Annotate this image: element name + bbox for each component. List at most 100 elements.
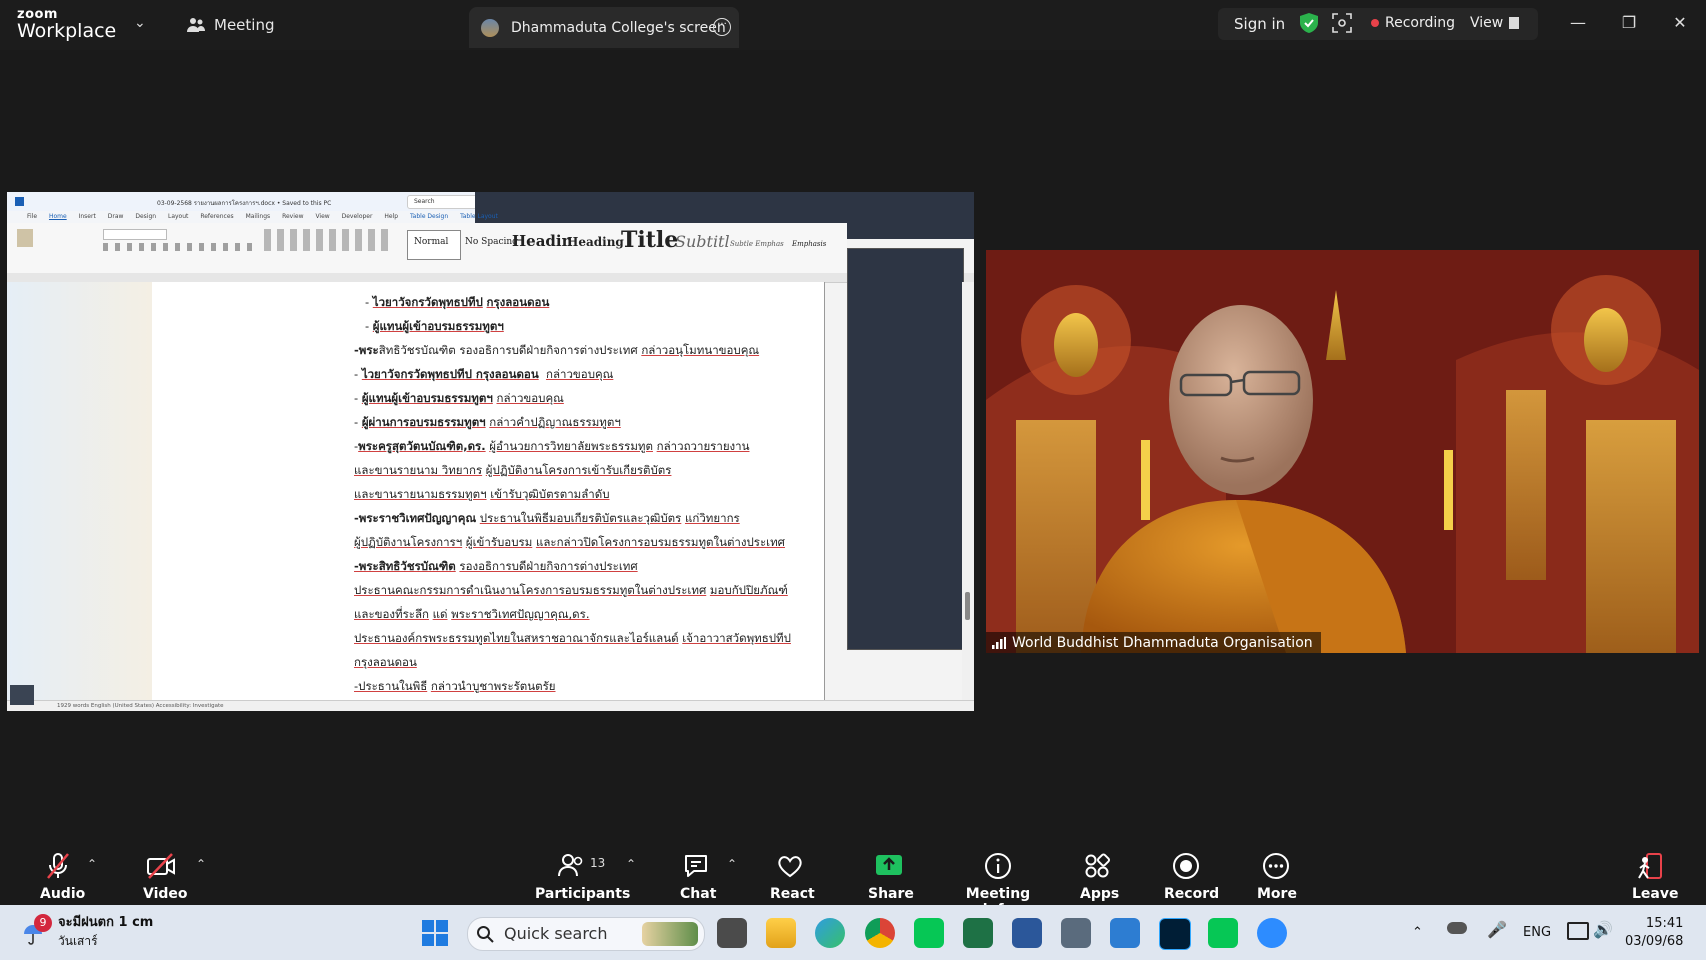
shared-screen-tab[interactable]: Dhammaduta College's screen ··· <box>469 7 739 48</box>
font-format-icons[interactable] <box>103 243 253 251</box>
chat-label: Chat <box>680 886 717 902</box>
style-subtle-emphasis[interactable]: Subtle Emphas <box>730 240 784 248</box>
document-line: - ไวยาวัจกรวัดพุทธปทีป กรุงลอนดอน <box>354 290 824 314</box>
onedrive-icon[interactable] <box>1447 922 1467 934</box>
view-button[interactable]: View <box>1470 15 1520 31</box>
task-view-icon[interactable] <box>717 918 747 948</box>
document-line-segment: ผู้ปฏิบัติงานโครงการเข้ารับเกียรติบัตร <box>485 463 672 477</box>
style-title[interactable]: Title <box>621 227 678 253</box>
word-tab[interactable]: Developer <box>342 213 373 220</box>
document-line-segment: แก่วิทยากร <box>684 511 740 525</box>
word-tab[interactable]: Review <box>282 213 303 220</box>
shield-check-icon[interactable] <box>1300 13 1318 37</box>
document-line-segment: พระราชวิเทศปัญญาคุณ,ดร. <box>451 607 590 621</box>
word-tab[interactable]: Insert <box>79 213 96 220</box>
document-line-segment: เจ้าอาวาสวัดพุทธปทีป <box>682 631 791 645</box>
style-heading1[interactable]: Headin <box>512 232 573 250</box>
participants-icon <box>558 854 583 877</box>
scroll-thumb[interactable] <box>965 592 970 620</box>
word-tab[interactable]: Mailings <box>246 213 271 220</box>
notepad-icon[interactable] <box>1110 918 1140 948</box>
leave-button[interactable]: Leave <box>1632 852 1678 902</box>
audio-button[interactable]: Audio <box>40 852 85 902</box>
word-tab[interactable]: Help <box>384 213 398 220</box>
network-icon[interactable] <box>1567 922 1589 940</box>
chevron-down-icon[interactable]: ⌄ <box>134 15 146 31</box>
recording-indicator[interactable]: Recording <box>1371 15 1455 31</box>
zoom-app-icon[interactable] <box>1257 918 1287 948</box>
taskbar-search-input[interactable]: Quick search <box>467 917 705 951</box>
more-options-icon[interactable]: ··· <box>713 18 731 36</box>
style-subtitle[interactable]: Subtitl <box>675 232 730 251</box>
font-name-box[interactable] <box>103 229 167 240</box>
document-line-segment: -พระ <box>354 343 379 357</box>
line-app-icon-2[interactable] <box>1208 918 1238 948</box>
document-line: ผู้ปฏิบัติงานโครงการฯ ผู้เข้ารับอบรม และ… <box>354 530 824 554</box>
more-button[interactable]: More <box>1257 852 1297 902</box>
style-no-spacing[interactable]: No Spacing <box>465 237 518 247</box>
word-tab[interactable]: Table Design <box>410 213 448 220</box>
react-button[interactable]: React <box>770 852 815 902</box>
word-tab[interactable]: Layout <box>168 213 188 220</box>
minimize-icon[interactable]: — <box>1563 10 1593 36</box>
word-tab[interactable]: File <box>27 213 37 220</box>
audio-options-caret-icon[interactable]: ⌃ <box>87 857 97 871</box>
record-label: Record <box>1164 886 1220 902</box>
meeting-tab[interactable]: Meeting <box>187 16 274 34</box>
participants-caret-icon[interactable]: ⌃ <box>626 857 636 871</box>
taskbar-clock[interactable]: 15:41 03/09/68 <box>1625 915 1683 951</box>
tray-overflow-chevron-icon[interactable]: ⌃ <box>1412 925 1423 940</box>
paste-icon[interactable] <box>17 229 33 247</box>
word-tab[interactable]: View <box>315 213 329 220</box>
video-options-caret-icon[interactable]: ⌃ <box>196 857 206 871</box>
word-tab[interactable]: Design <box>135 213 156 220</box>
windows-start-icon[interactable] <box>422 920 448 950</box>
line-app-icon[interactable] <box>914 918 944 948</box>
chat-button[interactable]: Chat <box>680 852 717 902</box>
excel-icon[interactable] <box>963 918 993 948</box>
share-button[interactable]: Share <box>868 852 914 902</box>
word-tab[interactable]: Table Layout <box>460 213 498 220</box>
style-normal[interactable]: Normal <box>414 237 448 247</box>
document-line: -พระราชวิเทศปัญญาคุณ ประธานในพิธีมอบเกีย… <box>354 506 824 530</box>
video-button[interactable]: Video <box>143 852 188 902</box>
document-line: -พระครูสุตวัตนบัณฑิต,ดร. ผู้อำนวยการวิทย… <box>354 434 824 458</box>
close-icon[interactable]: ✕ <box>1665 10 1695 36</box>
file-explorer-icon[interactable] <box>766 918 796 948</box>
participant-video[interactable] <box>986 250 1699 653</box>
share-screen-icon <box>876 855 902 875</box>
page-thumbnail[interactable] <box>10 685 34 705</box>
apps-button[interactable]: Apps <box>1080 852 1119 902</box>
paragraph-format-icons[interactable] <box>264 229 394 251</box>
input-language[interactable]: ENG <box>1523 925 1551 940</box>
meeting-tab-label: Meeting <box>214 16 275 34</box>
sign-in-button[interactable]: Sign in <box>1234 15 1285 33</box>
word-search-box[interactable]: Search <box>407 195 479 209</box>
restore-icon[interactable]: ❐ <box>1614 10 1644 36</box>
weather-badge: 9 <box>34 914 52 932</box>
document-line-segment: ผู้อำนวยการวิทยาลัยพระธรรมทูต <box>489 439 653 453</box>
microphone-icon[interactable]: 🎤 <box>1487 920 1507 939</box>
heart-icon <box>778 856 802 878</box>
document-line: ประธานองค์กรพระธรรมทูตไทยในสหราชอาณาจักร… <box>354 626 824 650</box>
word-scrollbar[interactable] <box>962 282 974 700</box>
style-heading2[interactable]: Heading <box>567 235 624 249</box>
photoshop-icon[interactable] <box>1159 918 1191 950</box>
record-button[interactable]: Record <box>1164 852 1220 902</box>
chat-caret-icon[interactable]: ⌃ <box>727 857 737 871</box>
edge-browser-icon[interactable] <box>815 918 845 948</box>
word-tab[interactable]: Draw <box>108 213 124 220</box>
zoom-workplace-logo[interactable]: zoom Workplace <box>17 8 116 41</box>
calculator-icon[interactable] <box>1061 918 1091 948</box>
style-emphasis[interactable]: Emphasis <box>792 240 826 248</box>
document-line-segment: - <box>354 295 373 309</box>
document-page[interactable]: - ไวยาวัจกรวัดพุทธปทีป กรุงลอนดอน - ผู้แ… <box>242 282 825 700</box>
focus-mode-icon[interactable] <box>1332 13 1352 37</box>
document-line: ประธานคณะกรรมการดำเนินงานโครงการอบรมธรรม… <box>354 578 824 602</box>
word-app-icon[interactable] <box>1012 918 1042 948</box>
shared-screen[interactable]: 03-09-2568 รายงานผลการโครงการฯ.docx • Sa… <box>7 192 974 711</box>
word-tab[interactable]: Home <box>49 213 67 220</box>
chrome-browser-icon[interactable] <box>865 918 895 948</box>
word-tab[interactable]: References <box>200 213 233 220</box>
volume-icon[interactable]: 🔊 <box>1593 920 1613 939</box>
